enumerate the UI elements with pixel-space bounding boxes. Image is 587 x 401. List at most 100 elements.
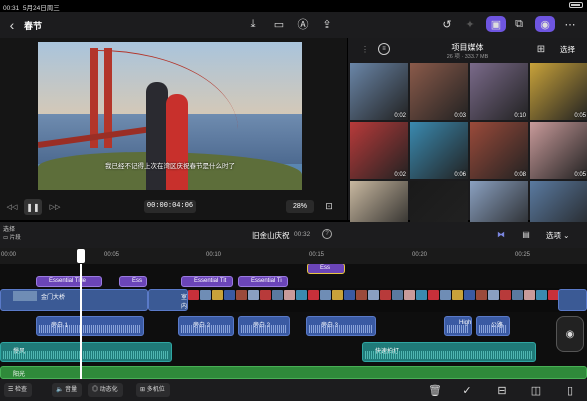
trim-icon[interactable]: ▯ xyxy=(564,384,576,397)
title-clip[interactable]: Ess xyxy=(119,276,147,287)
clip-select-row[interactable]: ▭ 片段 xyxy=(3,233,21,241)
grid-view-icon[interactable]: ⊞ xyxy=(535,43,547,55)
video-clip-golden-gate[interactable]: 金门大桥 xyxy=(0,289,148,311)
playhead-handle[interactable] xyxy=(77,249,85,263)
media-thumbnail[interactable]: 0:10 xyxy=(470,63,528,120)
ruler-tick-label: 00:20 xyxy=(412,252,428,258)
options-label: 选项 xyxy=(546,231,561,240)
filmstrip-frame xyxy=(272,290,283,300)
filmstrip-frame xyxy=(380,290,391,300)
thumbnail-duration: 0:10 xyxy=(514,113,526,119)
split-icon[interactable]: ◫ xyxy=(530,384,542,397)
ruler-tick-label: 00:00 xyxy=(1,252,17,258)
media-thumbnail[interactable]: 0:05 xyxy=(530,122,587,179)
more-icon[interactable]: ⋯ xyxy=(563,17,577,31)
share-icon[interactable]: ⇪ xyxy=(320,17,334,31)
thumbnail-duration: 0:02 xyxy=(394,113,406,119)
media-thumbnail[interactable]: 0:08 xyxy=(470,122,528,179)
media-thumbnail[interactable]: 0:03 xyxy=(410,63,468,120)
video-preview[interactable]: 我已经不记得上次在湾区庆祝春节是什么时了 xyxy=(38,42,302,190)
voiceover-clip[interactable]: 旁白 2 xyxy=(238,316,290,336)
inspector-toggle-icon[interactable]: ◉ xyxy=(535,16,555,32)
media-thumbnail[interactable]: 0:06 xyxy=(410,122,468,179)
media-thumbnail[interactable]: 0:05 xyxy=(530,63,587,120)
video-clip[interactable]: 室内 xyxy=(148,289,188,311)
pause-button[interactable]: ❚❚ xyxy=(24,199,42,215)
detach-icon[interactable]: ⊟ xyxy=(496,384,508,397)
timecode: 00:00:04:06 xyxy=(144,200,196,213)
ruler-tick-label: 00:05 xyxy=(104,252,120,258)
ruler-tick-label: 00:10 xyxy=(206,252,222,258)
checkmark-icon[interactable]: ✓ xyxy=(461,384,473,397)
voiceover-clip[interactable]: 旁白 2 xyxy=(178,316,234,336)
fullscreen-icon[interactable]: ⊡ xyxy=(321,200,337,213)
timeline-help-icon[interactable]: ? xyxy=(322,229,332,239)
voiceover-clip[interactable]: 旁白 3 xyxy=(306,316,376,336)
music-clip[interactable]: 快速拍打 xyxy=(362,342,536,362)
options-button[interactable]: 选项 ⌄ xyxy=(546,230,569,241)
title-clip-selected[interactable]: Ess xyxy=(307,264,345,274)
video-clip-end[interactable] xyxy=(558,289,587,311)
filmstrip-frame xyxy=(332,290,343,300)
delete-icon[interactable]: 🗑 xyxy=(428,384,442,397)
browser-select-button[interactable]: 选择 xyxy=(560,44,575,55)
filmstrip-frame xyxy=(416,290,427,300)
music-clip[interactable]: 慢风 xyxy=(0,342,172,362)
volume-button[interactable]: 🔈 音量 xyxy=(52,383,83,397)
filmstrip-frame xyxy=(260,290,271,300)
title-clip-label: Essential Ti xyxy=(251,278,282,284)
animate-button[interactable]: ◎ 动态化 xyxy=(88,383,123,397)
volume-knob-icon[interactable]: ◉ xyxy=(556,316,584,352)
history-icon[interactable]: ↺ xyxy=(440,17,454,31)
inspect-label: 检查 xyxy=(15,387,28,393)
project-title: 春节 xyxy=(24,21,43,31)
zoom-unit: % xyxy=(300,203,308,210)
battery-icon xyxy=(569,2,583,8)
voiceover-clip[interactable]: 旁白 1 xyxy=(36,316,144,336)
timeline-ruler[interactable]: 00:00 00:05 00:10 00:15 00:20 00:25 xyxy=(0,248,587,264)
media-thumbnail[interactable]: 0:02 xyxy=(350,122,408,179)
filmstrip-frame xyxy=(320,290,331,300)
duplicate-icon[interactable]: ⧉ xyxy=(512,17,526,31)
voiceover-icon[interactable]: Ⓐ xyxy=(296,17,310,31)
inspect-button[interactable]: ☰ 检查 xyxy=(4,383,33,397)
import-icon[interactable]: ⤓ xyxy=(246,17,260,31)
waveform xyxy=(365,351,533,359)
multicam-button[interactable]: ⊞ 多机位 xyxy=(136,383,170,397)
filmstrip-frame xyxy=(224,290,235,300)
title-clip-label: Ess xyxy=(132,278,143,284)
filmstrip-frame xyxy=(344,290,355,300)
playhead[interactable] xyxy=(80,264,82,379)
snap-icon[interactable]: ⧓ xyxy=(494,229,508,239)
skip-back-icon[interactable]: ◁◁ xyxy=(5,202,19,212)
title-clip[interactable]: Essential Ti xyxy=(238,276,288,287)
filmstrip-frame xyxy=(284,290,295,300)
voiceover-clip[interactable]: 公路 xyxy=(476,316,510,336)
title-clip[interactable]: Essential Tit xyxy=(181,276,233,287)
filmstrip-frame xyxy=(296,290,307,300)
title-clip-label: Essential Tit xyxy=(194,278,227,284)
photos-icon[interactable]: ▣ xyxy=(486,16,506,32)
back-chevron-icon[interactable]: ‹ xyxy=(6,17,18,33)
filmstrip-frame xyxy=(356,290,367,300)
thumbnail-duration: 0:05 xyxy=(574,172,586,178)
voiceover-clip[interactable]: High xyxy=(444,316,472,336)
zoom-display[interactable]: 28% xyxy=(286,200,314,213)
timeline-tracks[interactable]: Essential Title Ess Essential Tit Essent… xyxy=(0,264,587,379)
skip-forward-icon[interactable]: ▷▷ xyxy=(48,202,62,212)
enhance-icon[interactable]: ✦ xyxy=(463,17,477,31)
media-thumbnail[interactable]: 0:02 xyxy=(350,63,408,120)
title-clip[interactable]: Essential Title xyxy=(36,276,102,287)
filmstrip-frame xyxy=(188,290,199,300)
waveform xyxy=(241,325,287,333)
thumbnail-duration: 0:03 xyxy=(454,113,466,119)
clip-view-icon[interactable]: ▤ xyxy=(520,229,532,239)
camera-icon[interactable]: ▭ xyxy=(271,17,287,31)
zoom-value: 28 xyxy=(292,203,301,210)
bottom-toolbar: ☰ 检查 🔈 音量 ◎ 动态化 ⊞ 多机位 🗑 ✓ ⊟ ◫ ▯ xyxy=(0,379,587,401)
filmstrip-frame xyxy=(248,290,259,300)
subtitle-text: 我已经不记得上次在湾区庆祝春节是什么时了 xyxy=(105,163,235,170)
filmstrip-frame xyxy=(212,290,223,300)
music-clip-green[interactable]: 阳光 xyxy=(0,366,587,379)
filmstrip-frame xyxy=(236,290,247,300)
